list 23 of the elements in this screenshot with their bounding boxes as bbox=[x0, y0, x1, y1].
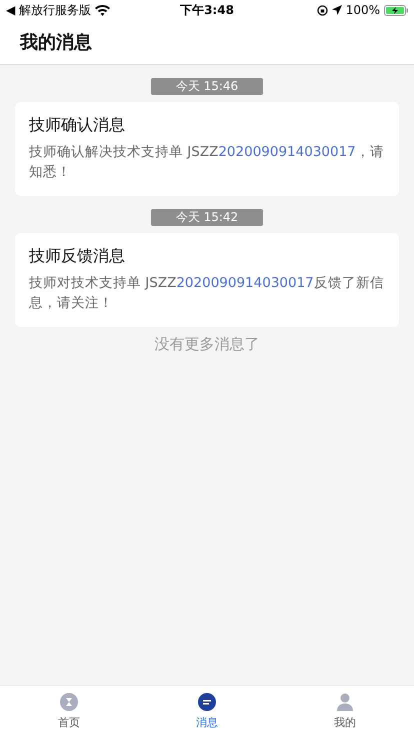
tab-item[interactable]: 我的 bbox=[276, 686, 414, 736]
rotation-lock-icon bbox=[316, 4, 328, 16]
message-text: 技师对技术支持单 JSZZ2020090914030017反馈了新信息，请关注！ bbox=[29, 274, 385, 313]
back-to-app-link[interactable]: ◀ 解放行服务版 bbox=[6, 2, 92, 18]
battery-charging-icon bbox=[384, 4, 408, 16]
location-arrow-icon bbox=[332, 5, 342, 15]
page-title: 我的消息 bbox=[20, 31, 92, 54]
message-time: 今天 15:46 bbox=[151, 78, 263, 95]
person-icon bbox=[336, 692, 354, 710]
message-title: 技师确认消息 bbox=[29, 115, 126, 136]
message-card[interactable]: 技师反馈消息 技师对技术支持单 JSZZ2020090914030017反馈了新信息，请关注！ bbox=[15, 233, 399, 327]
message-title: 技师反馈消息 bbox=[29, 246, 126, 267]
battery-percent: 100% bbox=[346, 3, 380, 17]
wifi-icon bbox=[95, 4, 110, 16]
message-time: 今天 15:42 bbox=[151, 209, 263, 226]
message-card[interactable]: 技师确认消息 技师确认解决技术支持单 JSZZ2020090914030017，请知悉！ bbox=[15, 102, 399, 196]
status-time: 下午3:48 bbox=[180, 2, 234, 18]
message-icon bbox=[198, 692, 216, 710]
tab-item[interactable]: 消息 bbox=[138, 686, 276, 736]
message-text: 技师确认解决技术支持单 JSZZ2020090914030017，请知悉！ bbox=[29, 143, 385, 182]
tab-item[interactable]: 首页 bbox=[0, 686, 138, 736]
no-more-messages-text: 没有更多消息了 bbox=[154, 335, 260, 354]
hourglass-icon bbox=[60, 692, 78, 710]
